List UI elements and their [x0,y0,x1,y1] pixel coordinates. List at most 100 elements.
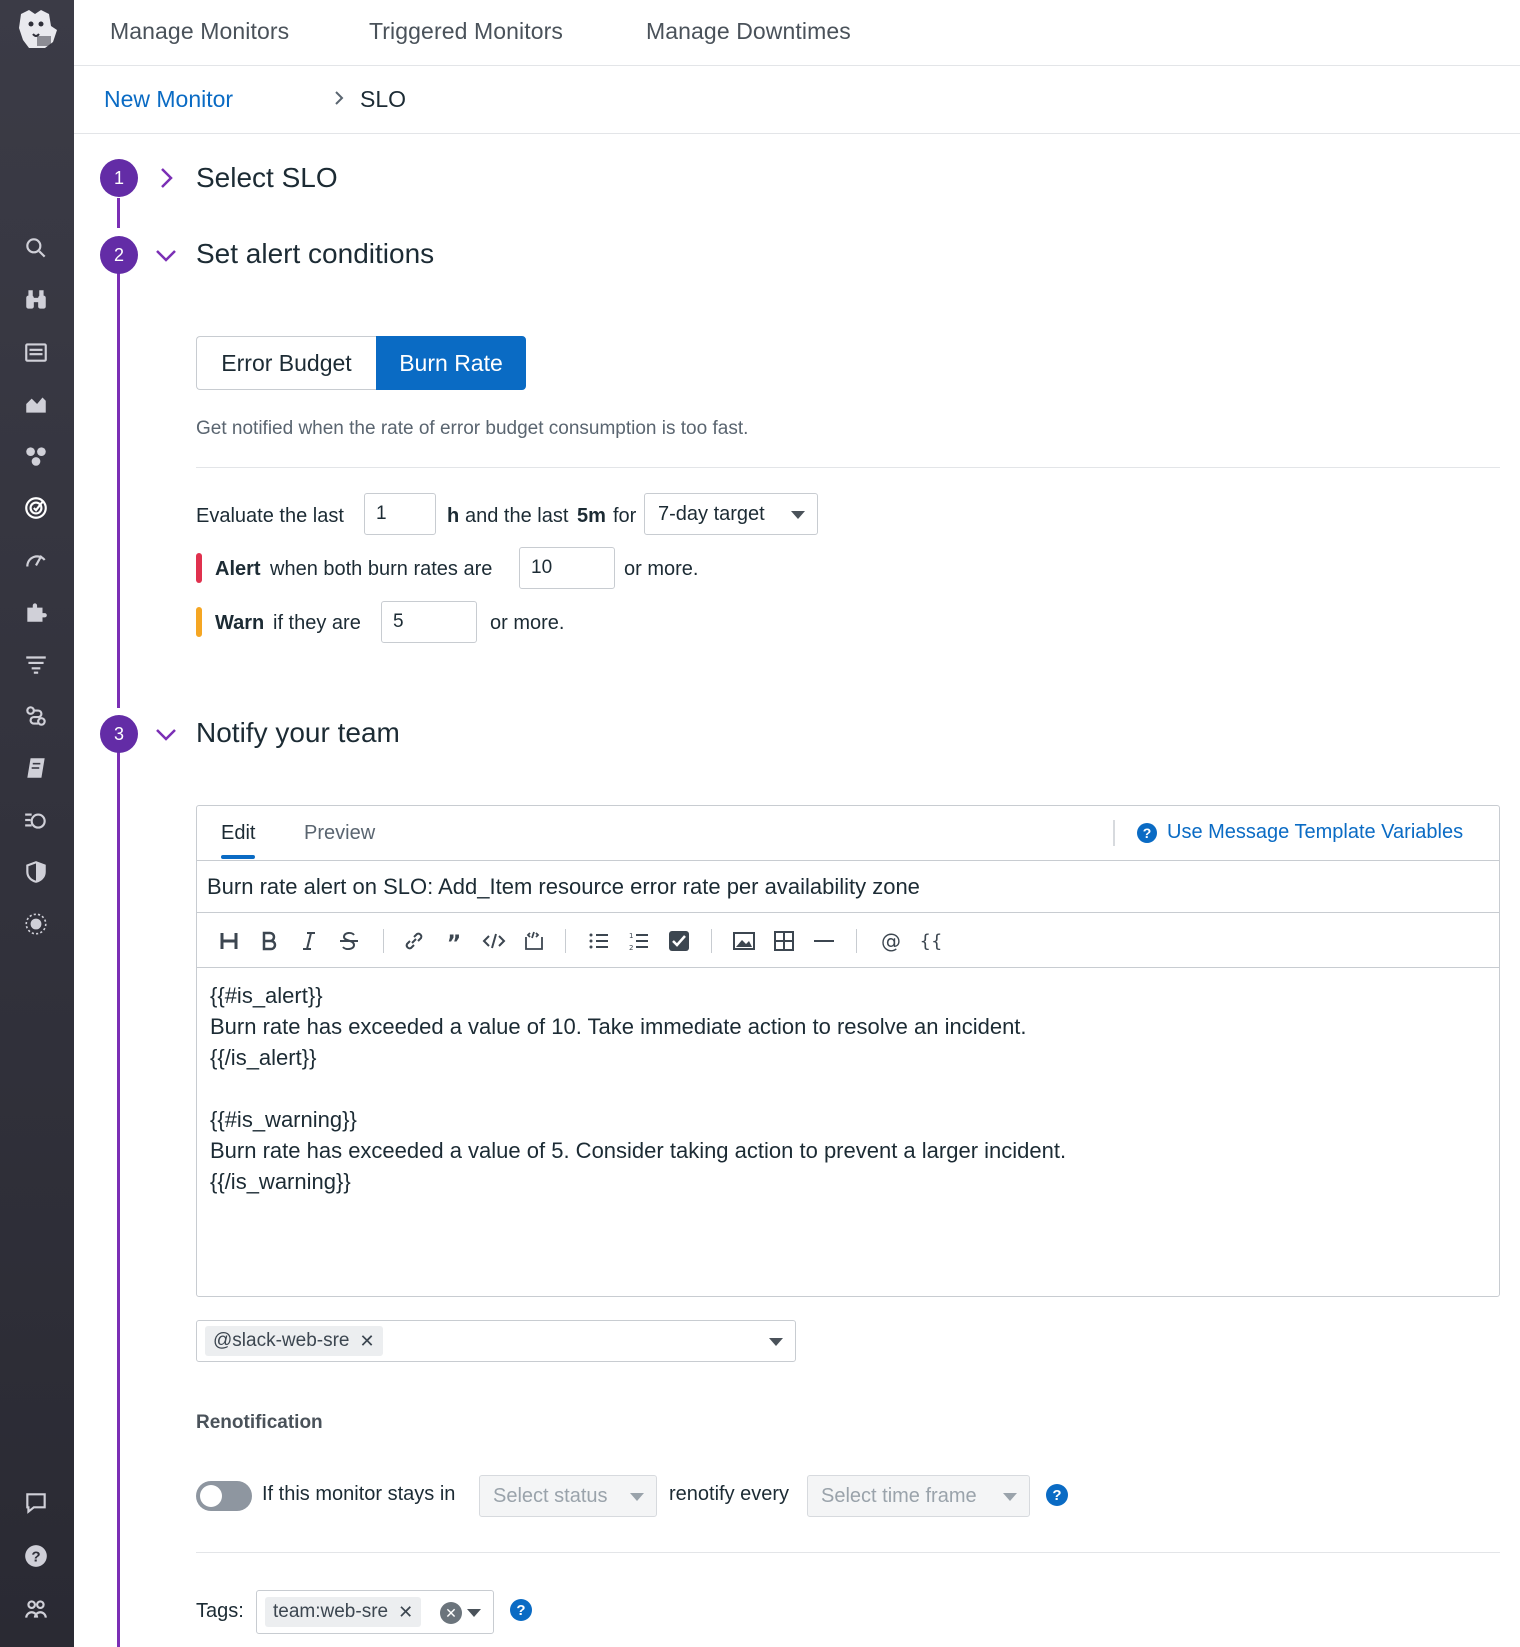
tags-label: Tags: [196,1600,244,1622]
clear-tags-icon[interactable]: ✕ [440,1602,462,1624]
chevron-down-icon[interactable] [153,722,179,748]
tab-preview[interactable]: Preview [304,822,375,845]
divider [196,467,1500,468]
caret-down-icon [467,1609,481,1617]
recipient-chip-label: @slack-web-sre [213,1330,350,1351]
tags-help-icon[interactable]: ? [510,1599,532,1621]
toolbar-divider [565,929,566,953]
error-budget-toggle[interactable]: Error Budget [196,336,376,390]
breadcrumb: New Monitor SLO [74,66,1520,134]
code-icon[interactable] [480,927,508,955]
renotification-heading: Renotification [196,1412,323,1433]
remove-chip-icon[interactable]: ✕ [359,1331,374,1352]
mention-icon[interactable]: @ [877,927,905,955]
step-title-notify-team[interactable]: Notify your team [196,717,400,749]
breadcrumb-new-monitor-link[interactable]: New Monitor [104,86,233,113]
list-icon[interactable] [20,336,52,368]
caret-down-icon [630,1493,644,1501]
subject-input[interactable]: Burn rate alert on SLO: Add_Item resourc… [197,861,1499,913]
svg-text:{{: {{ [920,931,943,952]
message-line: {{#is_warning}} [210,1107,357,1132]
warn-threshold-input[interactable]: 5 [381,601,477,643]
security-icon[interactable] [20,856,52,888]
step-connector [117,752,120,1647]
warn-text: if they are [273,612,361,634]
horizontal-rule-icon[interactable] [810,927,838,955]
variable-icon[interactable]: {{ [917,927,945,955]
integrations-icon[interactable] [20,440,52,472]
message-line: Burn rate has exceeded a value of 10. Ta… [210,1014,1027,1039]
sidebar-nav: ? [0,0,74,1647]
top-navigation: Manage Monitors Triggered Monitors Manag… [74,0,1520,66]
tab-manage-downtimes[interactable]: Manage Downtimes [646,18,851,45]
timeframe-select[interactable]: Select time frame [807,1475,1030,1517]
puzzle-icon[interactable] [20,596,52,628]
logs-icon[interactable] [20,648,52,680]
watchdog-icon[interactable] [20,804,52,836]
rum-icon[interactable] [20,908,52,940]
heading-icon[interactable] [215,927,243,955]
step-title-select-slo[interactable]: Select SLO [196,162,338,194]
warn-suffix: or more. [490,612,565,634]
link-icon[interactable] [400,927,428,955]
svg-text:@: @ [881,929,901,953]
toolbar-divider [856,929,857,953]
remove-chip-icon[interactable]: ✕ [398,1602,413,1623]
italic-icon[interactable] [295,927,323,955]
alert-indicator [196,553,202,583]
target-select[interactable]: 7-day target [644,493,818,535]
alert-suffix: or more. [624,558,699,580]
recipient-chip: @slack-web-sre ✕ [205,1326,383,1356]
search-icon[interactable] [20,232,52,264]
step-connector [117,272,120,708]
warn-indicator [196,607,202,637]
numbered-list-icon[interactable]: 12 [625,927,653,955]
chart-icon[interactable] [20,388,52,420]
message-body-textarea[interactable]: {{#is_alert}} Burn rate has exceeded a v… [197,968,1499,1296]
step-connector [117,198,120,228]
long-window-unit: h [447,505,460,527]
checkbox-icon[interactable] [665,927,693,955]
editor-toolbar: ” 12 @ {{ [197,913,1499,968]
warn-keyword: Warn [215,612,265,634]
renotify-help-icon[interactable]: ? [1046,1484,1068,1506]
bold-icon[interactable] [255,927,283,955]
alert-text: when both burn rates are [270,558,493,580]
caret-down-icon [1003,1493,1017,1501]
help-icon[interactable]: ? [20,1540,52,1572]
datadog-logo-icon[interactable] [15,6,59,54]
tab-manage-monitors[interactable]: Manage Monitors [110,18,289,45]
notebook-icon[interactable] [20,752,52,784]
message-editor: Edit Preview ? Use Message Template Vari… [196,805,1500,1297]
burn-rate-toggle[interactable]: Burn Rate [376,336,526,390]
table-icon[interactable] [770,927,798,955]
recipients-select[interactable]: @slack-web-sre ✕ [196,1320,796,1362]
bullet-list-icon[interactable] [585,927,613,955]
chevron-right-icon[interactable] [153,165,179,191]
alert-keyword: Alert [215,558,261,580]
timeframe-select-placeholder: Select time frame [821,1484,977,1507]
message-line: Burn rate has exceeded a value of 5. Con… [210,1138,1067,1163]
team-icon[interactable] [20,1593,52,1625]
long-window-input[interactable]: 1 [364,493,436,535]
tags-select[interactable]: team:web-sre ✕ ✕ [256,1590,494,1634]
chat-icon[interactable] [20,1487,52,1519]
renotify-toggle[interactable] [196,1481,252,1511]
image-icon[interactable] [730,927,758,955]
tab-triggered-monitors[interactable]: Triggered Monitors [369,18,563,45]
step-title-alert-conditions[interactable]: Set alert conditions [196,238,434,270]
apm-icon[interactable] [20,544,52,576]
renotify-text-every: renotify every [669,1483,790,1505]
tab-edit[interactable]: Edit [221,822,256,859]
strikethrough-icon[interactable] [335,927,363,955]
alert-threshold-input[interactable]: 10 [519,547,615,589]
synthetics-icon[interactable] [20,700,52,732]
binoculars-icon[interactable] [20,284,52,316]
code-block-icon[interactable] [520,927,548,955]
chevron-down-icon[interactable] [153,243,179,269]
slo-target-icon[interactable] [20,492,52,524]
template-variables-link[interactable]: ? Use Message Template Variables [1137,821,1463,844]
status-select[interactable]: Select status [479,1475,657,1517]
quote-icon[interactable]: ” [440,927,468,955]
svg-text:2: 2 [629,944,633,952]
